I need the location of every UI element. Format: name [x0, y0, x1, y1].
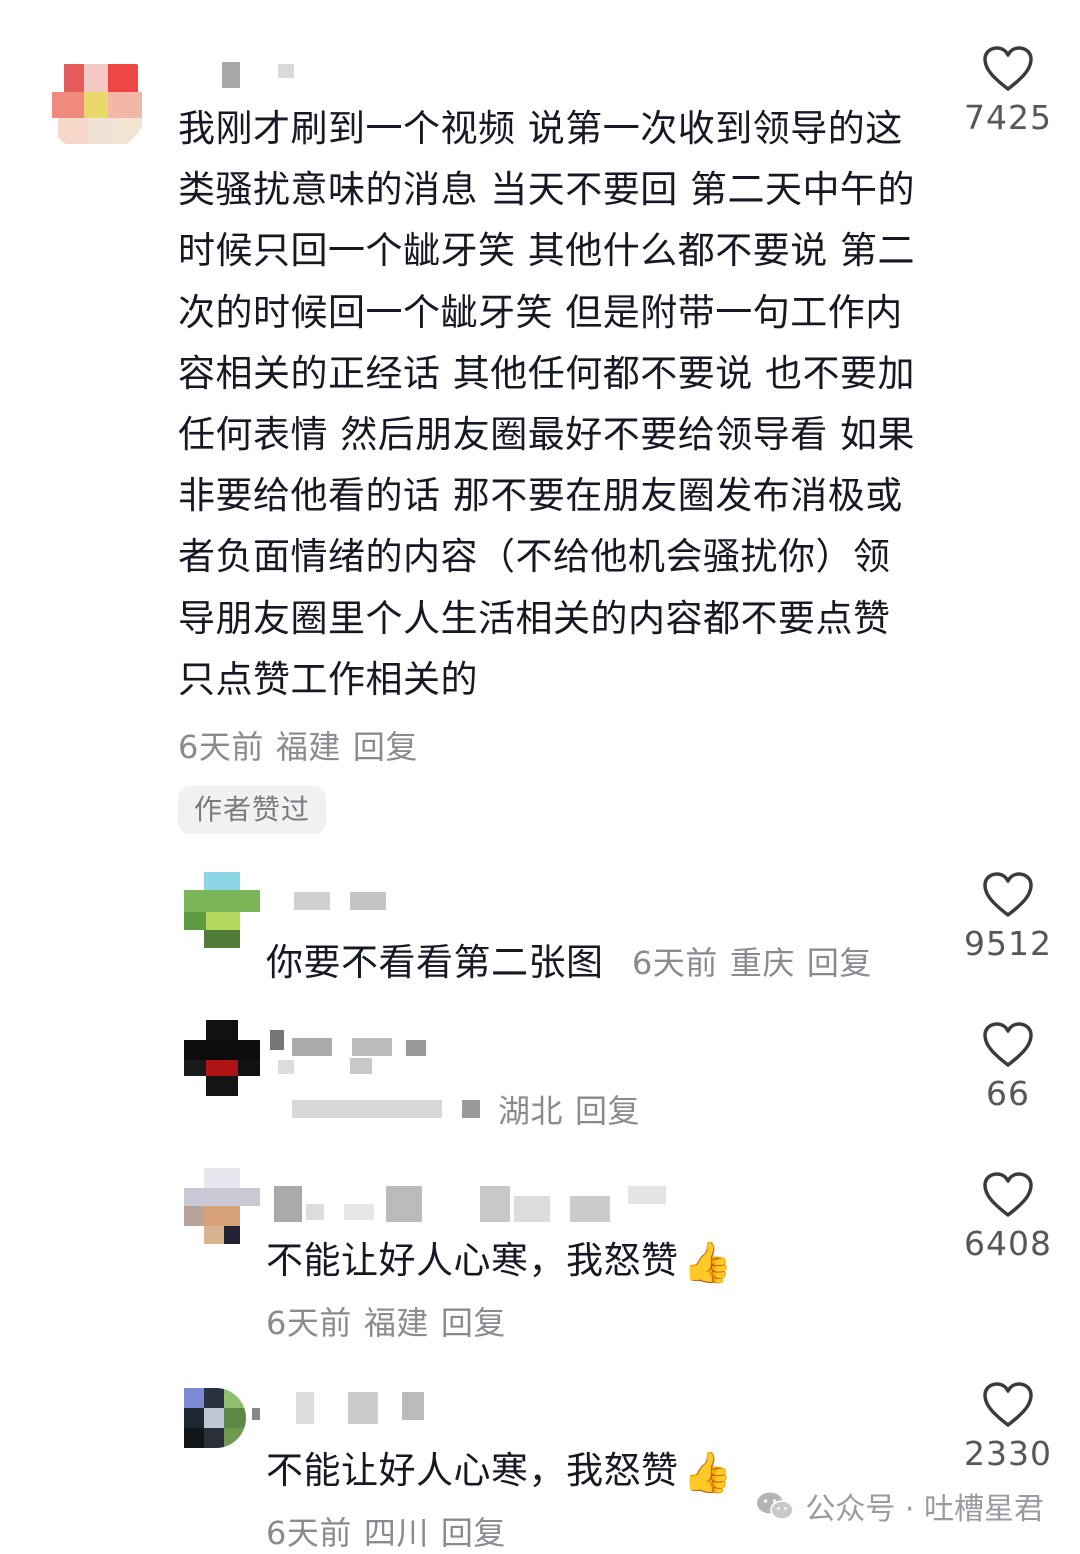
comment-time: 6天前 [266, 1514, 352, 1552]
blurred-text [292, 1094, 492, 1124]
like-button[interactable]: 2330 [948, 1382, 1068, 1473]
author-liked-badge: 作者赞过 [178, 786, 327, 834]
avatar[interactable] [44, 44, 148, 154]
like-button[interactable]: 7425 [948, 46, 1068, 137]
comment-meta: 6天前 四川 回复 [266, 1508, 518, 1554]
comment-body: 你要不看看第二张图 [266, 941, 604, 984]
like-button[interactable]: 66 [948, 1022, 1068, 1113]
comment-text: 你要不看看第二张图 [266, 932, 604, 986]
reply-button[interactable]: 回复 [353, 728, 418, 766]
reply-button[interactable]: 回复 [575, 1092, 640, 1130]
username[interactable] [252, 1388, 432, 1428]
comment-meta: 6天前 重庆 回复 [632, 938, 884, 984]
like-count: 9512 [964, 924, 1052, 963]
comment-text: 不能让好人心寒，我怒赞 👍 [266, 1230, 733, 1286]
comment-location: 四川 [363, 1514, 429, 1552]
comment-location: 湖北 [498, 1092, 564, 1130]
comment-meta: 6天前 福建 回复 [266, 1298, 518, 1344]
comment-meta: 湖北 回复 [498, 1086, 652, 1132]
comment-time: 6天前 [178, 728, 264, 766]
avatar[interactable] [184, 1168, 260, 1244]
avatar[interactable] [184, 872, 260, 948]
thumbs-up-icon: 👍 [682, 1240, 733, 1286]
comment-location: 福建 [275, 728, 341, 766]
heart-icon [983, 1172, 1033, 1217]
watermark-text: 公众号 · 吐槽星君 [805, 1492, 1044, 1527]
heart-icon [983, 1022, 1033, 1067]
comment-text: 我刚才刷到一个视频 说第一次收到领导的这类骚扰意味的消息 当天不要回 第二天中午… [178, 107, 916, 701]
comment-location: 福建 [363, 1304, 429, 1342]
username[interactable] [222, 62, 296, 88]
wechat-icon [757, 1492, 795, 1520]
like-button[interactable]: 6408 [948, 1172, 1068, 1263]
username[interactable] [294, 892, 394, 918]
reply-button[interactable]: 回复 [807, 944, 872, 982]
like-count: 7425 [964, 98, 1052, 137]
like-count: 6408 [964, 1224, 1052, 1263]
like-count: 2330 [964, 1434, 1052, 1473]
reply-button[interactable]: 回复 [441, 1304, 506, 1342]
username[interactable] [270, 1030, 460, 1090]
like-count: 66 [986, 1074, 1030, 1113]
comment-text: 不能让好人心寒，我怒赞 👍 [266, 1440, 733, 1496]
thumbs-up-icon: 👍 [682, 1450, 733, 1496]
heart-icon [983, 872, 1033, 917]
reply-button[interactable]: 回复 [441, 1514, 506, 1552]
comment-meta: 6天前 福建 回复 [178, 722, 430, 768]
watermark: 公众号 · 吐槽星君 [755, 1484, 1044, 1528]
heart-icon [983, 46, 1033, 91]
avatar[interactable] [184, 1388, 246, 1448]
like-button[interactable]: 9512 [948, 872, 1068, 963]
comment-time: 6天前 [266, 1304, 352, 1342]
comment-body: 不能让好人心寒，我怒赞 [266, 1239, 679, 1282]
heart-icon [983, 1382, 1033, 1427]
username[interactable] [274, 1186, 670, 1224]
avatar[interactable] [184, 1020, 260, 1096]
comment-body: 不能让好人心寒，我怒赞 [266, 1449, 679, 1492]
comment-time: 6天前 [632, 944, 718, 982]
comment-location: 重庆 [729, 944, 795, 982]
